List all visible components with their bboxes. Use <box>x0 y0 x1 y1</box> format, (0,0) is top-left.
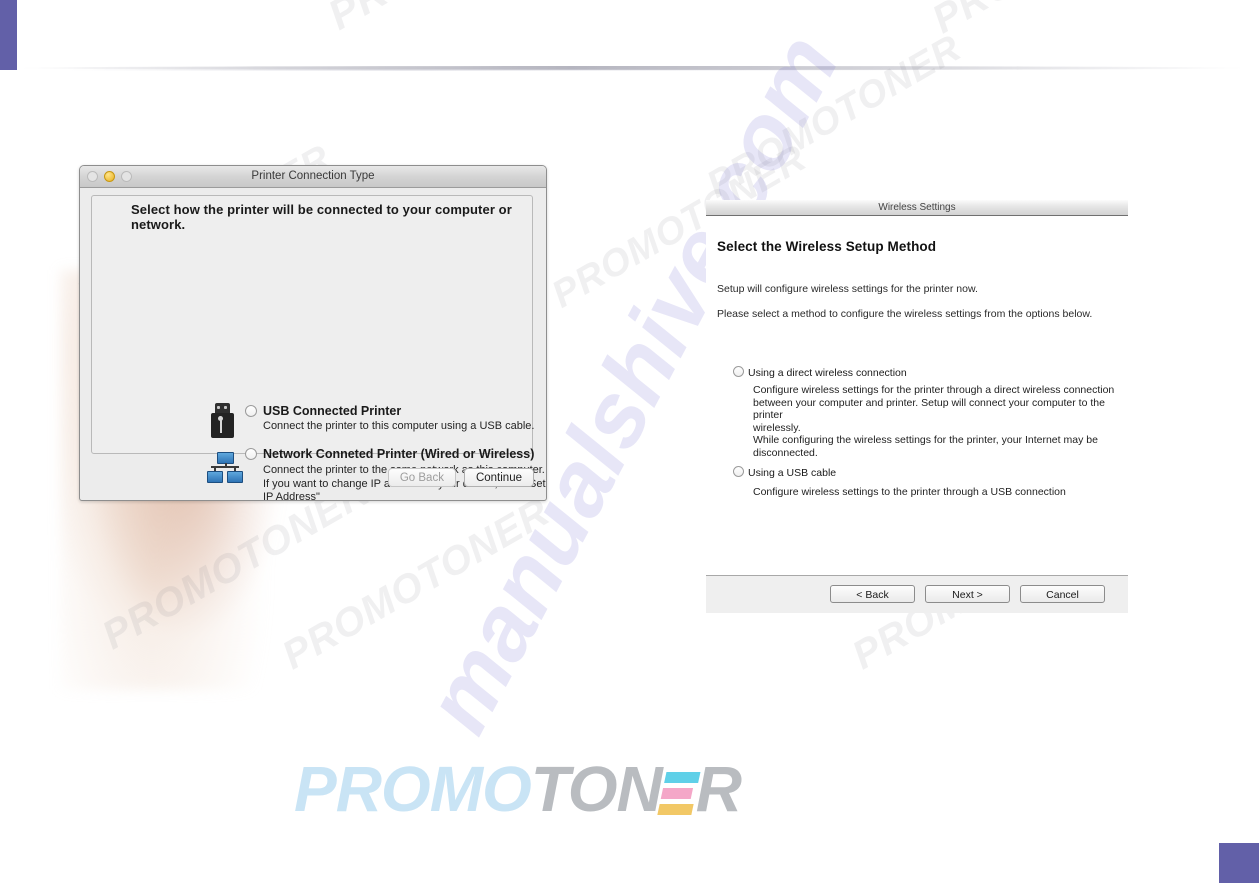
watermark-brand-5: PROMOTONER <box>275 489 558 679</box>
option-network-label: Network Conneted Printer (Wired or Wirel… <box>263 447 535 461</box>
radio-network-connected-printer[interactable] <box>245 448 257 460</box>
mac-titlebar: Printer Connection Type <box>80 166 546 188</box>
page-accent-tab-bottom-right <box>1219 843 1259 883</box>
radio-using-usb-cable[interactable] <box>733 466 744 477</box>
option-usb-label: USB Connected Printer <box>263 404 402 418</box>
option-usb-cable-label: Using a USB cable <box>748 467 837 479</box>
option-direct-wireless-connection[interactable]: Using a direct wireless connection <box>733 363 907 381</box>
radio-direct-wireless-connection[interactable] <box>733 366 744 377</box>
wireless-footer-buttons: < Back Next > Cancel <box>830 585 1105 603</box>
go-back-button[interactable]: Go Back <box>387 468 456 487</box>
network-computers-icon <box>206 452 244 484</box>
wireless-footer: < Back Next > Cancel <box>706 575 1128 613</box>
mac-footer-buttons: Go Back Continue <box>387 468 534 487</box>
wireless-titlebar: Wireless Settings <box>706 200 1128 216</box>
wireless-window-title: Wireless Settings <box>878 202 956 213</box>
logo-promo-text: PROMO <box>294 753 532 825</box>
option-usb-connected-printer[interactable]: USB Connected Printer <box>245 402 401 420</box>
logo-ton-text: TON <box>530 753 663 825</box>
minimize-icon[interactable] <box>104 171 115 182</box>
mac-heading: Select how the printer will be connected… <box>131 202 512 232</box>
zoom-icon[interactable] <box>121 171 132 182</box>
window-controls[interactable] <box>87 171 132 182</box>
wireless-paragraph-2: Please select a method to configure the … <box>717 308 1093 320</box>
usb-drive-icon <box>211 403 234 438</box>
option-direct-wireless-label: Using a direct wireless connection <box>748 367 907 379</box>
next-button[interactable]: Next > <box>925 585 1010 603</box>
radio-usb-connected-printer[interactable] <box>245 405 257 417</box>
close-icon[interactable] <box>87 171 98 182</box>
option-direct-wireless-description: Configure wireless settings for the prin… <box>753 384 1115 459</box>
page-canvas: PROMOTONER PROMOTONER PROMOTONER PROMOTO… <box>0 0 1259 893</box>
option-usb-description: Connect the printer to this computer usi… <box>263 420 535 432</box>
wireless-paragraph-1: Setup will configure wireless settings f… <box>717 283 978 295</box>
page-accent-tab-top-left <box>0 0 17 70</box>
watermark-brand-1: PROMOTONER <box>320 0 617 40</box>
mac-window-title: Printer Connection Type <box>251 170 375 182</box>
watermark-brand-8: PROMOTONER <box>700 27 969 207</box>
header-divider <box>18 66 1248 71</box>
option-usb-cable-description: Configure wireless settings to the print… <box>753 486 1066 498</box>
back-button[interactable]: < Back <box>830 585 915 603</box>
option-using-usb-cable[interactable]: Using a USB cable <box>733 463 836 481</box>
logo-r-text: R <box>695 753 742 825</box>
watermark-brand-2: PROMOTONER <box>925 0 1208 43</box>
cancel-button[interactable]: Cancel <box>1020 585 1105 603</box>
wireless-settings-window: Wireless Settings Select the Wireless Se… <box>706 200 1128 613</box>
wireless-window-body: Select the Wireless Setup Method Setup w… <box>706 216 1128 575</box>
wireless-heading: Select the Wireless Setup Method <box>717 239 937 254</box>
logo-e-bars-icon <box>657 770 701 816</box>
option-network-connected-printer[interactable]: Network Conneted Printer (Wired or Wirel… <box>245 445 534 463</box>
printer-connection-type-window: Printer Connection Type Select how the p… <box>79 165 547 501</box>
promotoner-logo: PROMOTON R <box>294 757 742 821</box>
continue-button[interactable]: Continue <box>463 468 534 487</box>
